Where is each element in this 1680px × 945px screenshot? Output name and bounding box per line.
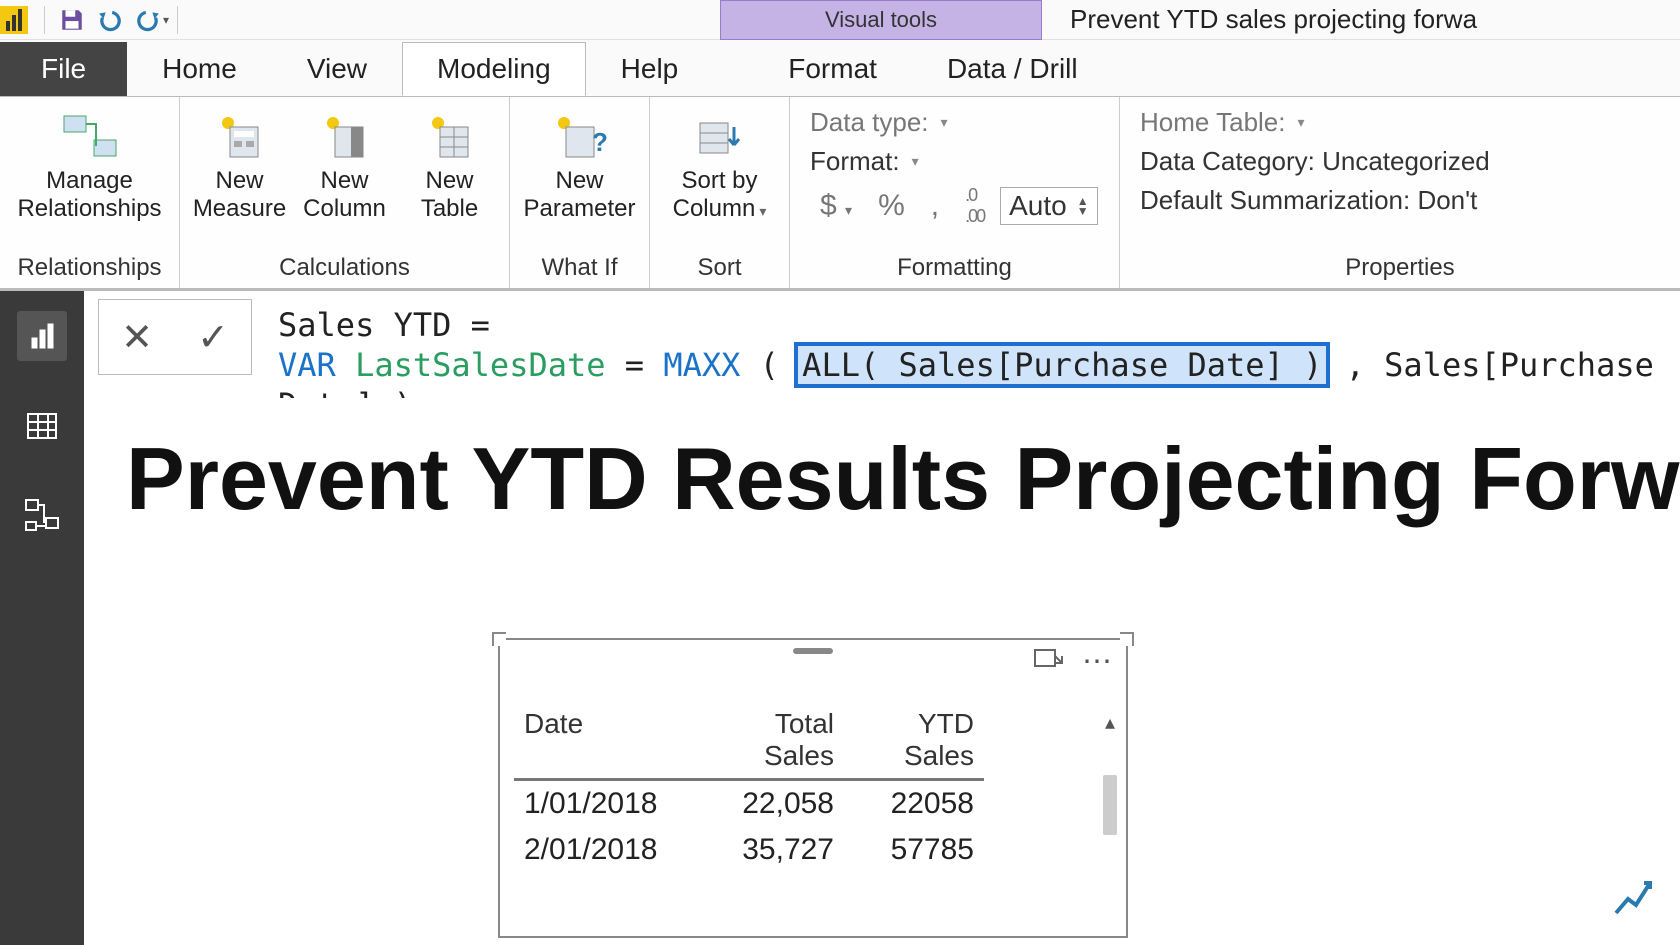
cell-date: 1/01/2018 [514,781,694,827]
dax-variable-name: LastSalesDate [355,346,605,384]
cell-total: 22,058 [694,781,844,827]
resize-handle-icon[interactable] [492,632,506,646]
column-header-total-sales[interactable]: Total Sales [694,702,844,781]
drag-handle-icon[interactable] [793,648,833,654]
redo-icon[interactable] [129,1,167,39]
format-selector[interactable]: Format:▾ [810,146,1099,177]
cell-ytd: 22058 [844,781,984,827]
group-label-formatting: Formatting [800,250,1109,286]
data-view-icon[interactable] [17,401,67,451]
decimal-places-stepper[interactable]: Auto ▲▼ [1000,187,1098,225]
report-view-icon[interactable] [17,311,67,361]
scroll-up-icon[interactable]: ▴ [1100,710,1120,735]
watermark-icon [1610,875,1654,919]
tab-help[interactable]: Help [586,42,714,96]
new-column-label: New Column [303,167,386,223]
qat-separator [44,6,45,34]
group-label-calculations: Calculations [190,250,499,286]
tab-format[interactable]: Format [753,42,912,96]
contextual-tab-visual-tools[interactable]: Visual tools [720,0,1042,40]
sort-by-column-button[interactable]: Sort by Column▾ [660,103,779,225]
new-table-button[interactable]: New Table [400,103,499,223]
new-measure-button[interactable]: New Measure [190,103,289,223]
svg-text:?: ? [592,127,608,157]
group-label-whatif: What If [520,250,639,286]
model-view-icon[interactable] [17,491,67,541]
sort-by-column-label: Sort by Column▾ [673,167,767,225]
formula-commit-button[interactable]: ✓ [175,315,251,360]
formula-cancel-button[interactable]: ✕ [99,315,175,360]
column-header-ytd-sales[interactable]: YTD Sales [844,702,984,781]
decimal-places-icon: .0.00 [955,185,994,227]
cell-total: 35,727 [694,827,844,873]
manage-relationships-button[interactable]: Manage Relationships [10,103,169,223]
column-header-date[interactable]: Date [514,702,694,781]
app-icon [0,6,28,34]
dax-keyword-var: VAR [278,346,336,384]
cell-date: 2/01/2018 [514,827,694,873]
manage-relationships-label: Manage Relationships [17,167,161,223]
new-parameter-button[interactable]: ? New Parameter [520,103,639,223]
thousands-separator-button[interactable]: , [921,189,949,223]
tab-home[interactable]: Home [127,42,272,96]
table-row[interactable]: 2/01/2018 35,727 57785 [514,827,1096,873]
tab-modeling[interactable]: Modeling [402,42,586,96]
save-icon[interactable] [53,1,91,39]
more-options-icon[interactable]: ⋯ [1080,648,1114,674]
window-title: Prevent YTD sales projecting forwa [1070,4,1680,35]
group-label-relationships: Relationships [10,250,169,286]
dax-function-maxx: MAXX [663,346,740,384]
formula-bar-buttons: ✕ ✓ [98,299,252,375]
home-table-selector[interactable]: Home Table:▾ [1140,107,1660,138]
cell-ytd: 57785 [844,827,984,873]
qat-customize-dropdown-icon[interactable]: ▾ [163,13,169,27]
scrollbar[interactable]: ▴ [1100,710,1120,926]
new-column-button[interactable]: New Column [295,103,394,223]
new-parameter-label: New Parameter [523,167,635,223]
data-category-selector[interactable]: Data Category: Uncategorized [1140,146,1660,177]
group-label-sort: Sort [660,250,779,286]
resize-handle-icon[interactable] [1120,632,1134,646]
undo-icon[interactable] [91,1,129,39]
group-label-properties: Properties [1130,250,1670,286]
tab-data-drill[interactable]: Data / Drill [912,42,1113,96]
table-visual[interactable]: ⋯ Date Total Sales YTD Sales 1/01/2018 2… [498,638,1128,938]
formula-selection[interactable]: ALL( Sales[Purchase Date] ) [798,346,1326,384]
tab-view[interactable]: View [272,42,402,96]
tab-file[interactable]: File [0,42,127,96]
new-measure-label: New Measure [193,167,286,223]
scroll-thumb[interactable] [1103,775,1117,835]
focus-mode-icon[interactable] [1032,648,1066,674]
data-type-selector[interactable]: Data type:▾ [810,107,1099,138]
qat-separator [177,6,178,34]
currency-format-button[interactable]: $ ▾ [810,189,862,223]
percent-format-button[interactable]: % [868,189,915,223]
table-row[interactable]: 1/01/2018 22,058 22058 [514,781,1096,827]
report-title-text: Prevent YTD Results Projecting Forw [98,398,1680,530]
new-table-label: New Table [421,167,478,223]
default-summarization-selector[interactable]: Default Summarization: Don't [1140,185,1660,216]
